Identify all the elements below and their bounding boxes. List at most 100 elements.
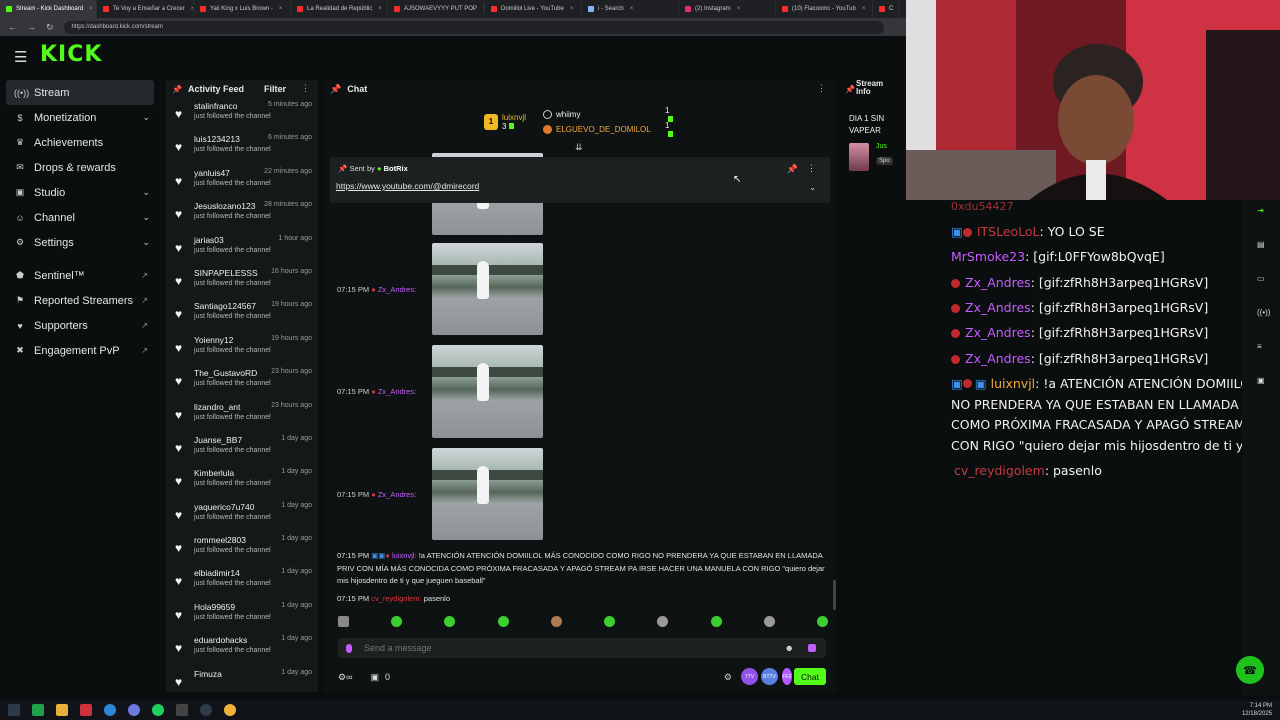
sidebar-item-studio[interactable]: ▣ Studio ⌄: [0, 180, 160, 205]
filter-button[interactable]: Filter: [264, 84, 286, 94]
emote[interactable]: [444, 616, 456, 627]
app-icon[interactable]: [80, 704, 92, 716]
chevron-down-icon[interactable]: ⌄: [142, 187, 150, 198]
reload-icon[interactable]: ↻: [46, 22, 54, 33]
top-gifter-1[interactable]: 1 luixnvjl 3: [484, 113, 526, 131]
kick-logo[interactable]: KICK: [40, 42, 102, 67]
browser-tab[interactable]: La Realidad de Repúblic ×: [291, 0, 388, 18]
windows-start-icon[interactable]: [8, 704, 20, 716]
chevron-down-icon[interactable]: ⇊: [575, 142, 583, 153]
top-gifter-3[interactable]: ELGUEVO_DE_DOMILOL 1: [543, 121, 673, 137]
feed-item[interactable]: ♥ The_GustavoRD just followed the channel 2…: [166, 365, 318, 398]
gear-icon[interactable]: ⚙: [724, 672, 732, 683]
bttv-button[interactable]: BTTV: [761, 668, 778, 685]
broadcast-icon[interactable]: ((•)): [1257, 308, 1270, 317]
chat-bubble-icon[interactable]: ▭: [1257, 274, 1265, 283]
sidebar-item-supporters[interactable]: ♥ Supporters ↗: [0, 313, 160, 338]
close-icon[interactable]: ×: [89, 6, 93, 12]
chevron-down-icon[interactable]: ⌄: [142, 212, 150, 223]
discord-icon[interactable]: [128, 704, 140, 716]
browser-tab[interactable]: (2) Instagram ×: [679, 0, 776, 18]
feed-item[interactable]: ♥ yaquerico7u740 just followed the channel…: [166, 499, 318, 532]
feed-item[interactable]: ♥ eduardohacks just followed the channel 1 …: [166, 632, 318, 665]
browser-tab[interactable]: Domiilol Live - YouTube ×: [485, 0, 582, 18]
sidebar-item-drops-rewards[interactable]: ✉ Drops & rewards: [0, 155, 160, 180]
chrome-icon[interactable]: [104, 704, 116, 716]
feed-item[interactable]: ♥ jarias03 just followed the channel 1 hour…: [166, 232, 318, 265]
pin-icon[interactable]: 📌: [172, 85, 182, 94]
chat-fab-icon[interactable]: ☎: [1236, 656, 1264, 684]
kebab-menu-icon[interactable]: ⋮: [817, 83, 826, 94]
category-thumbnail[interactable]: [849, 143, 869, 171]
scrollbar[interactable]: [833, 580, 836, 610]
menu-icon[interactable]: ☰: [14, 48, 27, 66]
feed-item[interactable]: ♥ elbiadimir14 just followed the channel 1 …: [166, 565, 318, 598]
points-display[interactable]: ⚙∞ ▣ 0: [338, 672, 390, 683]
layers-icon[interactable]: ≡: [1257, 342, 1262, 351]
emoji-icon[interactable]: ☻: [785, 643, 794, 653]
arrow-icon[interactable]: ⇥: [1257, 206, 1264, 215]
chat-input[interactable]: [364, 643, 764, 653]
top-gifter-2[interactable]: whiimy 1: [543, 106, 673, 122]
chat-input-box[interactable]: ☻: [338, 638, 826, 658]
browser-tab[interactable]: AJSOWAEVYYY PUT POP×: [388, 0, 485, 18]
emote[interactable]: [550, 616, 562, 627]
kebab-menu-icon[interactable]: ⋮: [807, 163, 816, 174]
browser-tab[interactable]: i - Search ×: [582, 0, 679, 18]
ffz-button[interactable]: FFZ: [782, 668, 792, 685]
app-icon[interactable]: [176, 704, 188, 716]
close-icon[interactable]: ×: [378, 6, 382, 12]
gift-icon[interactable]: [808, 644, 816, 652]
category-name[interactable]: Jus: [876, 143, 887, 150]
sidebar-item-achievements[interactable]: ♛ Achievements: [0, 130, 160, 155]
system-clock[interactable]: 7:14 PM 12/18/2025: [1242, 702, 1272, 718]
feed-item[interactable]: ♥ SINPAPELESSS just followed the channel 16…: [166, 265, 318, 298]
pinned-message[interactable]: 📌 Sent by ● BotRix https://www.youtube.c…: [330, 157, 830, 203]
pin-icon[interactable]: 📌: [845, 85, 855, 94]
sidebar-item-monetization[interactable]: $ Monetization ⌄: [0, 105, 160, 130]
url-field[interactable]: https://dashboard.kick.com/stream: [63, 20, 884, 34]
chat-send-button[interactable]: Chat: [794, 668, 826, 685]
emote[interactable]: [604, 616, 616, 627]
feed-item[interactable]: ♥ Santiago124567 just followed the channel…: [166, 298, 318, 331]
browser-tab[interactable]: (10) Flacoomc - YouTub ×: [776, 0, 873, 18]
7tv-button[interactable]: 7TV: [741, 668, 758, 685]
feed-item[interactable]: ♥ Kimberlula just followed the channel 1 da…: [166, 465, 318, 498]
folder-icon[interactable]: [56, 704, 68, 716]
browser-tab[interactable]: Te Voy a Enseñar a Crecer ×: [97, 0, 194, 18]
sidebar-item-channel[interactable]: ☺ Channel ⌄: [0, 205, 160, 230]
emote[interactable]: [391, 616, 403, 627]
forward-icon[interactable]: →: [27, 22, 36, 32]
feed-item[interactable]: ♥ lizandro_ant just followed the channel 23…: [166, 399, 318, 432]
chevron-down-icon[interactable]: ⌄: [809, 183, 816, 192]
feed-item[interactable]: ♥ Fimuza 1 day ago: [166, 666, 318, 692]
feed-item[interactable]: ♥ luis1234213 just followed the channel 6 m…: [166, 131, 318, 164]
emote[interactable]: [497, 616, 509, 627]
obs-icon[interactable]: [200, 704, 212, 716]
page-icon[interactable]: ▤: [1257, 240, 1265, 249]
microphone-icon[interactable]: [346, 643, 352, 653]
browser-tab[interactable]: Stream - Kick Dashboard ×: [0, 0, 97, 18]
chevron-down-icon[interactable]: ⌄: [142, 112, 150, 123]
feed-item[interactable]: ♥ rommeel2803 just followed the channel 1 d…: [166, 532, 318, 565]
app-icon[interactable]: [32, 704, 44, 716]
browser-tab[interactable]: C: [873, 0, 899, 18]
feed-item[interactable]: ♥ Jesuslozano123 just followed the channel…: [166, 198, 318, 231]
chevron-down-icon[interactable]: ⌄: [142, 237, 150, 248]
sidebar-item-settings[interactable]: ⚙ Settings ⌄: [0, 230, 160, 255]
emote[interactable]: [710, 616, 722, 627]
pin-icon[interactable]: 📌: [330, 84, 341, 95]
back-icon[interactable]: ←: [8, 22, 17, 32]
app-icon[interactable]: [224, 704, 236, 716]
close-icon[interactable]: ×: [737, 6, 741, 12]
sidebar-item-reported-streamers[interactable]: ⚑ Reported Streamers ↗: [0, 288, 160, 313]
emote[interactable]: [763, 616, 775, 627]
close-icon[interactable]: ×: [862, 6, 866, 12]
feed-item[interactable]: ♥ stalinfranco just followed the channel 5 …: [166, 98, 318, 131]
close-icon[interactable]: ×: [279, 6, 283, 12]
feed-item[interactable]: ♥ Juanse_BB7 just followed the channel 1 da…: [166, 432, 318, 465]
kebab-menu-icon[interactable]: ⋮: [301, 83, 310, 94]
emote[interactable]: [816, 616, 828, 627]
browser-tab[interactable]: Yaii King x Luis Brown - ×: [194, 0, 291, 18]
feed-item[interactable]: ♥ Hola99659 just followed the channel 1 day…: [166, 599, 318, 632]
